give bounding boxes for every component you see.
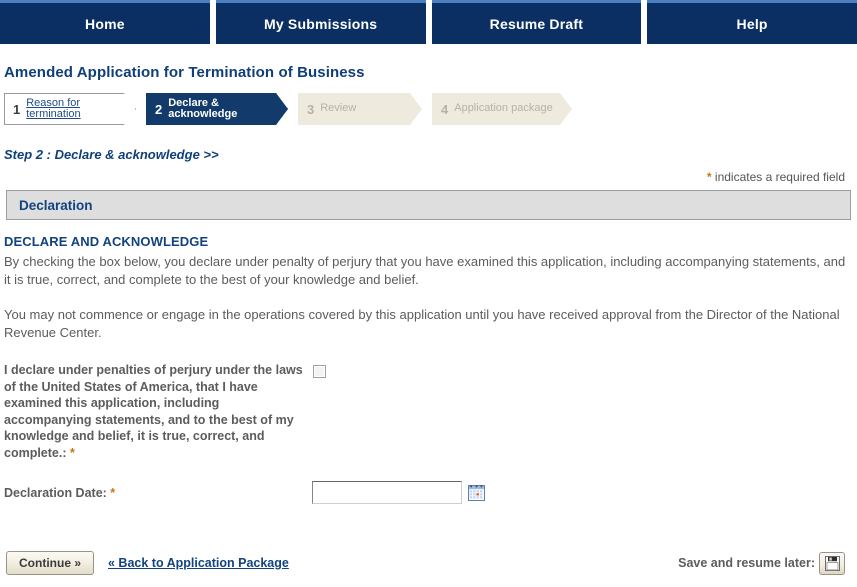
declare-checkbox-label: I declare under penalties of perjury und… — [4, 362, 304, 461]
save-and-resume-group: Save and resume later: — [678, 551, 845, 575]
declaration-date-input[interactable] — [312, 481, 462, 504]
declare-checkbox-label-text: I declare under penalties of perjury und… — [4, 363, 303, 460]
form-footer: Continue » « Back to Application Package… — [0, 548, 857, 578]
nav-tab-resume-draft[interactable]: Resume Draft — [431, 0, 642, 44]
continue-button[interactable]: Continue » — [6, 551, 94, 575]
step-3-number: 3 — [307, 101, 315, 117]
page-title: Amended Application for Termination of B… — [4, 64, 365, 81]
back-to-application-package-link[interactable]: « Back to Application Package — [108, 556, 289, 570]
nav-tab-home[interactable]: Home — [0, 0, 210, 44]
declaration-paragraph-2: You may not commence or engage in the op… — [4, 307, 840, 340]
step-2-label: Declare & acknowledge — [168, 96, 238, 120]
declaration-section-title: Declaration — [19, 197, 93, 213]
nav-tab-help[interactable]: Help — [647, 0, 857, 44]
declaration-content: DECLARE AND ACKNOWLEDGE By checking the … — [0, 234, 857, 504]
declaration-date-label-text: Declaration Date: — [4, 485, 111, 500]
top-navigation-bar: Home My Submissions Resume Draft Help — [0, 0, 857, 44]
save-and-resume-label: Save and resume later: — [678, 556, 815, 570]
step-3-label: Review — [320, 102, 357, 115]
declaration-date-required-asterisk: * — [110, 485, 116, 500]
declare-and-acknowledge-heading: DECLARE AND ACKNOWLEDGE — [4, 234, 209, 249]
declaration-date-label: Declaration Date: * — [4, 486, 312, 500]
declaration-section-header: Declaration — [6, 190, 851, 220]
declare-checkbox[interactable] — [313, 365, 326, 378]
declaration-date-row: Declaration Date: * — [4, 481, 851, 504]
step-1-reason-for-termination[interactable]: 1 Reason for termination — [4, 93, 136, 125]
required-field-note-text: indicates a required field — [711, 170, 845, 184]
step-4-number: 4 — [441, 101, 449, 117]
floppy-disk-save-icon — [824, 555, 840, 571]
step-1-label[interactable]: Reason for termination — [26, 98, 119, 121]
step-2-number: 2 — [155, 101, 163, 117]
save-and-resume-button[interactable] — [819, 551, 845, 575]
declare-checkbox-row: I declare under penalties of perjury und… — [4, 362, 851, 461]
step-1-number: 1 — [13, 101, 21, 117]
step-subtitle: Step 2 : Declare & acknowledge >> — [4, 147, 219, 162]
step-4-application-package: 4 Application package — [432, 93, 572, 125]
calendar-icon[interactable] — [468, 484, 485, 501]
step-2-declare-and-acknowledge[interactable]: 2 Declare & acknowledge — [146, 93, 288, 125]
step-3-review: 3 Review — [298, 93, 422, 125]
declaration-paragraph-1: By checking the box below, you declare u… — [4, 254, 846, 287]
required-field-note: * indicates a required field — [0, 170, 845, 184]
nav-tab-my-submissions[interactable]: My Submissions — [215, 0, 426, 44]
step-progress-indicator: 1 Reason for termination 2 Declare & ack… — [4, 93, 857, 125]
declare-required-asterisk: * — [70, 445, 75, 460]
step-4-label: Application package — [454, 102, 553, 115]
